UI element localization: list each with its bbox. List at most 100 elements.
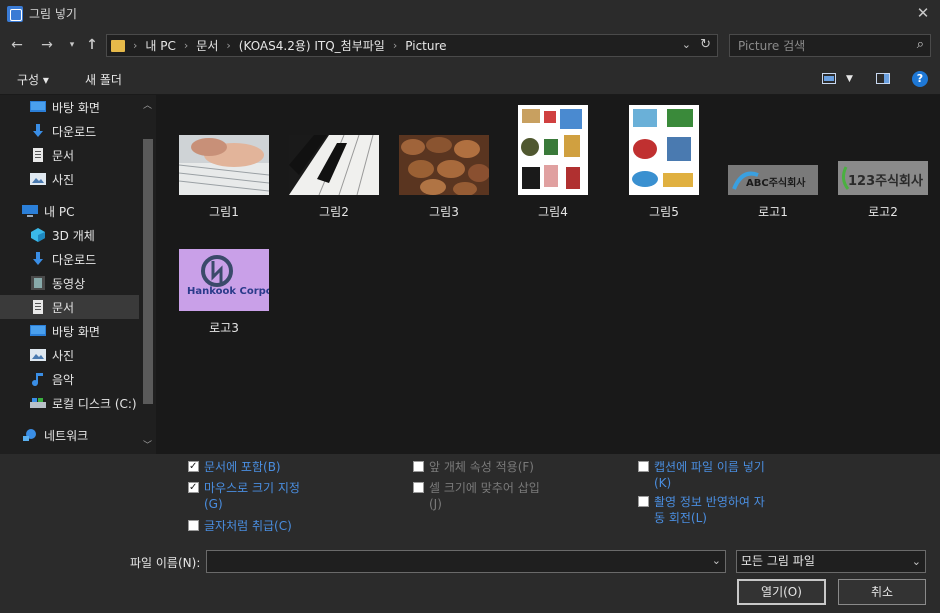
pictures-icon bbox=[30, 173, 46, 185]
thumbnail-image: 123주식회사 bbox=[838, 161, 928, 195]
search-icon[interactable]: ⌕ bbox=[917, 37, 924, 52]
filename-label: 파일 이름(N): bbox=[130, 556, 201, 570]
auto-rotate-checkbox[interactable] bbox=[638, 496, 649, 507]
sidebar-item-documents-quick[interactable]: 문서📌 bbox=[30, 143, 156, 167]
document-icon bbox=[33, 300, 43, 314]
include-in-document-checkbox[interactable] bbox=[188, 459, 199, 475]
sidebar-item-network[interactable]: 네트워크 bbox=[22, 423, 156, 447]
search-box[interactable]: ⌕ bbox=[729, 34, 931, 57]
cancel-button[interactable]: 취소 bbox=[838, 579, 926, 605]
sidebar-item-3d-objects[interactable]: 3D 개체 bbox=[30, 223, 156, 247]
treat-as-char-option[interactable]: 글자처럼 취급(C) bbox=[188, 518, 292, 534]
download-icon bbox=[33, 124, 43, 137]
file-name: 로고3 bbox=[209, 321, 239, 335]
file-item[interactable]: 그림3 bbox=[398, 135, 490, 220]
sidebar-item-pictures[interactable]: 사진 bbox=[30, 343, 156, 367]
svg-text:Hankook Corporation: Hankook Corporation bbox=[187, 286, 269, 297]
thumbnail-image: ABC주식회사 bbox=[728, 165, 818, 195]
file-item[interactable]: 123주식회사 로고2 bbox=[837, 161, 929, 220]
organize-button[interactable]: 구성 ▾ bbox=[17, 71, 49, 88]
sidebar-item-desktop[interactable]: 바탕 화면 bbox=[30, 319, 156, 343]
desktop-icon bbox=[30, 101, 46, 112]
window-title: 그림 넣기 bbox=[29, 7, 77, 21]
sidebar-item-this-pc[interactable]: 내 PC bbox=[22, 199, 156, 223]
sidebar-item-documents[interactable]: 문서 bbox=[0, 295, 139, 319]
title-bar: 그림 넣기 ✕ bbox=[0, 0, 940, 27]
breadcrumb-itq-folder[interactable]: › (KOAS4.2용) ITQ_첨부파일 bbox=[226, 37, 384, 54]
folder-icon bbox=[111, 39, 125, 52]
filename-dropdown-icon[interactable]: ⌄ bbox=[712, 554, 721, 567]
view-chevron-down-icon[interactable]: ▼ bbox=[846, 74, 853, 84]
file-item[interactable]: 그림2 bbox=[288, 134, 380, 220]
thumbnail-image bbox=[289, 134, 379, 196]
file-item[interactable]: 그림4 bbox=[517, 105, 589, 220]
mouse-size-option[interactable]: 마우스로 크기 지정(G) bbox=[188, 480, 318, 512]
include-in-document-option[interactable]: 문서에 포함(B) bbox=[188, 459, 281, 475]
help-icon[interactable]: ? bbox=[912, 71, 928, 87]
pictures-icon bbox=[30, 349, 46, 361]
sidebar-item-local-disk[interactable]: 로컬 디스크 (C:) bbox=[30, 391, 142, 415]
new-folder-button[interactable]: 새 폴더 bbox=[85, 71, 122, 88]
file-name: 그림5 bbox=[649, 205, 679, 219]
filename-input[interactable] bbox=[207, 551, 702, 572]
file-item[interactable]: ABC주식회사 로고1 bbox=[727, 165, 819, 220]
preview-pane-icon[interactable] bbox=[876, 73, 890, 84]
filetype-dropdown-icon[interactable]: ⌄ bbox=[912, 551, 921, 572]
breadcrumb-pc[interactable]: › 내 PC bbox=[133, 37, 176, 54]
file-name: 로고2 bbox=[868, 205, 898, 219]
address-dropdown-icon[interactable]: ⌄ bbox=[682, 38, 691, 51]
3d-objects-icon bbox=[31, 228, 45, 242]
document-icon bbox=[33, 148, 43, 162]
scroll-down-icon[interactable]: ﹀ bbox=[143, 438, 152, 451]
search-input[interactable] bbox=[730, 35, 900, 56]
sidebar-item-music[interactable]: 음악 bbox=[30, 367, 156, 391]
thumbnail-image bbox=[399, 135, 490, 196]
thumbnail-image bbox=[178, 135, 270, 195]
fit-cell-checkbox bbox=[413, 482, 424, 493]
file-list-area: 그림1 그림2 그림3 그림4 그림5 ABC주식회사 로고1 123주식회사 … bbox=[156, 95, 940, 454]
caption-filename-option[interactable]: 캡션에 파일 이름 넣기(K) bbox=[638, 459, 773, 491]
refresh-icon[interactable]: ↻ bbox=[700, 37, 711, 52]
close-icon[interactable]: ✕ bbox=[914, 4, 932, 22]
open-button[interactable]: 열기(O) bbox=[737, 579, 826, 605]
music-icon bbox=[32, 373, 43, 386]
thumbnail-image bbox=[629, 105, 699, 195]
file-name: 그림3 bbox=[429, 205, 459, 219]
sidebar-scrollbar[interactable]: ︿ ﹀ bbox=[140, 95, 156, 454]
thumbnail-image bbox=[518, 105, 588, 195]
scroll-up-icon[interactable]: ︿ bbox=[143, 98, 152, 111]
forward-arrow-icon[interactable]: → bbox=[38, 36, 56, 54]
breadcrumb-documents[interactable]: › 문서 bbox=[184, 37, 219, 54]
sidebar-item-videos[interactable]: 동영상 bbox=[30, 271, 156, 295]
sidebar-item-pictures-quick[interactable]: 사진📌 bbox=[30, 167, 156, 191]
sidebar-item-downloads[interactable]: 다운로드 bbox=[30, 247, 156, 271]
address-bar[interactable]: › 내 PC › 문서 › (KOAS4.2용) ITQ_첨부파일 › Picture … bbox=[106, 34, 718, 57]
file-item[interactable]: Hankook Corporation 로고3 bbox=[178, 249, 307, 336]
scroll-thumb[interactable] bbox=[143, 139, 153, 404]
breadcrumb-picture[interactable]: › Picture bbox=[393, 39, 447, 53]
filename-combobox[interactable]: ⌄ bbox=[206, 550, 726, 573]
file-name: 로고1 bbox=[758, 205, 788, 219]
svg-text:123주식회사: 123주식회사 bbox=[848, 173, 923, 189]
caption-filename-checkbox[interactable] bbox=[638, 461, 649, 472]
thumbnail-image: Hankook Corporation bbox=[179, 249, 307, 311]
view-options-icon[interactable] bbox=[822, 73, 836, 84]
network-icon bbox=[23, 429, 36, 441]
apply-front-object-checkbox bbox=[413, 461, 424, 472]
recent-locations-chevron-icon[interactable]: ▾ bbox=[63, 36, 81, 54]
back-arrow-icon[interactable]: ← bbox=[8, 36, 26, 54]
sidebar-item-desktop-quick[interactable]: 바탕 화면📌 bbox=[30, 95, 156, 119]
svg-text:ABC주식회사: ABC주식회사 bbox=[746, 176, 806, 189]
filetype-select[interactable]: 모든 그림 파일 ⌄ bbox=[736, 550, 926, 573]
auto-rotate-option[interactable]: 촬영 정보 반영하여 자동 회전(L) bbox=[638, 494, 773, 526]
video-icon bbox=[31, 276, 45, 290]
up-arrow-icon[interactable]: ↑ bbox=[83, 36, 101, 54]
file-name: 그림4 bbox=[538, 205, 568, 219]
treat-as-char-checkbox[interactable] bbox=[188, 520, 199, 531]
mouse-size-checkbox[interactable] bbox=[188, 480, 199, 496]
pc-icon bbox=[22, 205, 38, 217]
desktop-icon bbox=[30, 325, 46, 336]
file-item[interactable]: 그림1 bbox=[178, 135, 270, 220]
sidebar-item-downloads-quick[interactable]: 다운로드📌 bbox=[30, 119, 156, 143]
file-item[interactable]: 그림5 bbox=[628, 105, 700, 220]
